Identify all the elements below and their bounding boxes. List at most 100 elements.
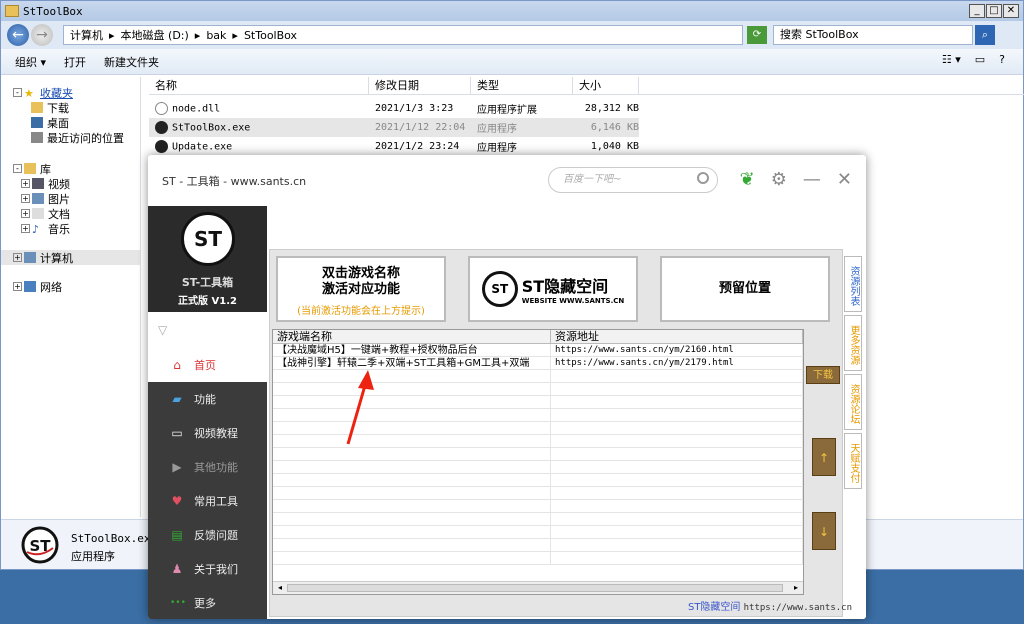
user-icon: ♟: [171, 562, 183, 576]
st-version: 正式版 V1.2: [178, 296, 237, 307]
file-row[interactable]: StToolBox.exe 2021/1/12 22:04 应用程序 6,146…: [149, 118, 639, 137]
organize-button[interactable]: 组织 ▾: [15, 54, 46, 70]
st-menu: ▽ ⌂ 首页 ▰ 功能 ▭ 视频教程 ▶ 其他功能 ♥ 常用工具 ▤ 反馈问题 ♟ 关于我们 …: [148, 312, 267, 619]
col-date[interactable]: 修改日期: [369, 77, 471, 94]
address-bar-row: ← → 计算机 ▸ 本地磁盘 (D:) ▸ bak ▸ StToolBox ⟳ 搜索 …: [1, 21, 1023, 49]
file-list: 名称 修改日期 类型 大小 node.dll 2021/1/3 3:23 应用程…: [149, 77, 1024, 156]
window-title: StToolBox: [23, 4, 83, 18]
horizontal-scrollbar[interactable]: ◂ ▸: [273, 581, 803, 594]
network-icon: [24, 281, 36, 292]
help-icon[interactable]: ?: [999, 53, 1005, 66]
menu-more[interactable]: ••• 更多: [148, 586, 267, 619]
star-icon: ★: [24, 87, 34, 100]
open-button[interactable]: 打开: [64, 54, 86, 70]
nav-videos[interactable]: + 视频: [1, 176, 140, 191]
file-row[interactable]: node.dll 2021/1/3 3:23 应用程序扩展 28,312 KB: [149, 99, 1024, 118]
search-icon[interactable]: [697, 172, 709, 184]
explorer-titlebar: StToolBox _ □ ✕: [1, 1, 1023, 21]
minimize-icon[interactable]: —: [803, 169, 821, 190]
tab-resource-forum[interactable]: 资源论坛: [844, 374, 862, 430]
nav-recent[interactable]: 最近访问的位置: [1, 130, 140, 145]
st-toolbox-window: ST - 工具箱 - www.sants.cn 百度一下吧~ ❦ ⚙ — ✕ S…: [148, 155, 866, 619]
back-button[interactable]: ←: [7, 24, 29, 46]
breadcrumb-drive[interactable]: 本地磁盘 (D:): [121, 27, 189, 43]
download-button[interactable]: 下载: [806, 366, 840, 384]
brand-card[interactable]: ST ST隐藏空间 WEBSITE WWW.SANTS.CN: [468, 256, 638, 322]
tab-payment[interactable]: 天赋支付: [844, 433, 862, 489]
computer-icon: [24, 252, 36, 263]
move-up-button[interactable]: ↑: [812, 438, 836, 476]
folder-icon: [5, 5, 19, 17]
collapse-chevron-icon[interactable]: ▽: [148, 312, 267, 348]
scroll-left-icon[interactable]: ◂: [275, 583, 285, 593]
breadcrumb[interactable]: 计算机 ▸ 本地磁盘 (D:) ▸ bak ▸ StToolBox: [63, 25, 743, 45]
breadcrumb-sttoolbox[interactable]: StToolBox: [244, 29, 297, 42]
menu-other-features[interactable]: ▶ 其他功能: [148, 450, 267, 484]
st-brand: ST ST-工具箱 正式版 V1.2: [148, 206, 267, 312]
menu-video-tutorials[interactable]: ▭ 视频教程: [148, 416, 267, 450]
details-filename: StToolBox.exe: [71, 532, 158, 545]
st-search-input[interactable]: 百度一下吧~: [548, 167, 718, 193]
maximize-button[interactable]: □: [986, 4, 1002, 18]
refresh-icon[interactable]: ⟳: [747, 26, 767, 44]
footer-brand[interactable]: ST隐藏空间: [688, 602, 740, 613]
nav-music[interactable]: + ♪ 音乐: [1, 221, 140, 236]
file-row[interactable]: Update.exe 2021/1/2 23:24 应用程序 1,040 KB: [149, 137, 1024, 156]
nav-documents[interactable]: + 文档: [1, 206, 140, 221]
footer-url[interactable]: https://www.sants.cn: [744, 603, 852, 613]
chat-icon: ▤: [171, 528, 183, 542]
st-footer: ST隐藏空间 https://www.sants.cn: [688, 598, 852, 613]
activate-hint-card: 双击游戏名称 激活对应功能 (当前激活功能会在上方提示): [276, 256, 446, 322]
col-size[interactable]: 大小: [573, 77, 639, 94]
menu-features[interactable]: ▰ 功能: [148, 382, 267, 416]
view-icon[interactable]: ☷ ▾: [942, 53, 961, 66]
music-icon: ♪: [32, 223, 40, 236]
nav-pictures[interactable]: + 图片: [1, 191, 140, 206]
menu-feedback[interactable]: ▤ 反馈问题: [148, 518, 267, 552]
search-icon[interactable]: ⌕: [975, 25, 995, 45]
col-type[interactable]: 类型: [471, 77, 573, 94]
side-tabs: 资源列表 更多资源 资源论坛 天赋支付: [844, 256, 864, 492]
breadcrumb-bak[interactable]: bak: [206, 29, 226, 42]
menu-about[interactable]: ♟ 关于我们: [148, 552, 267, 586]
nav-libraries[interactable]: -库: [1, 161, 140, 176]
play-icon: ▶: [172, 460, 182, 474]
annotation-arrow: [346, 370, 374, 445]
command-bar: 组织 ▾ 打开 新建文件夹 ☷ ▾ ▭ ?: [1, 49, 1023, 75]
settings-gear-icon[interactable]: ⚙: [771, 169, 787, 190]
col-resource-url[interactable]: 资源地址: [551, 330, 803, 343]
desktop-icon: [31, 117, 43, 128]
close-icon[interactable]: ✕: [837, 169, 852, 190]
menu-home[interactable]: ⌂ 首页: [148, 348, 267, 382]
scroll-thumb[interactable]: [287, 584, 783, 592]
search-input[interactable]: 搜索 StToolBox: [773, 25, 973, 45]
video-icon: [32, 178, 44, 189]
nav-network[interactable]: + 网络: [1, 279, 140, 294]
st-app-icon: [155, 140, 168, 153]
menu-common-tools[interactable]: ♥ 常用工具: [148, 484, 267, 518]
close-button[interactable]: ✕: [1003, 4, 1019, 18]
col-game-name[interactable]: 游戏端名称: [273, 330, 551, 343]
st-titlebar: ST - 工具箱 - www.sants.cn 百度一下吧~ ❦ ⚙ — ✕: [148, 155, 866, 206]
table-row[interactable]: 【决战魔域H5】一键端+教程+授权物品后台 https://www.sants.…: [273, 344, 803, 357]
document-icon: [32, 208, 44, 219]
tab-more-resources[interactable]: 更多资源: [844, 315, 862, 371]
skin-icon[interactable]: ❦: [740, 169, 755, 190]
scroll-right-icon[interactable]: ▸: [791, 583, 801, 593]
details-filetype: 应用程序: [71, 550, 115, 563]
breadcrumb-computer[interactable]: 计算机: [70, 27, 103, 43]
move-down-button[interactable]: ↓: [812, 512, 836, 550]
col-name[interactable]: 名称: [149, 77, 369, 94]
minimize-button[interactable]: _: [969, 4, 985, 18]
tab-resource-list[interactable]: 资源列表: [844, 256, 862, 312]
new-folder-button[interactable]: 新建文件夹: [104, 54, 159, 70]
forward-button[interactable]: →: [31, 24, 53, 46]
preview-pane-icon[interactable]: ▭: [975, 53, 985, 66]
nav-favorites[interactable]: - ★ 收藏夹: [1, 85, 140, 100]
file-list-header: 名称 修改日期 类型 大小: [149, 77, 1024, 95]
nav-computer[interactable]: + 计算机: [1, 250, 140, 265]
st-app-icon: [155, 121, 168, 134]
nav-desktop[interactable]: 桌面: [1, 115, 140, 130]
nav-downloads[interactable]: 下载: [1, 100, 140, 115]
reserved-card: 预留位置: [660, 256, 830, 322]
